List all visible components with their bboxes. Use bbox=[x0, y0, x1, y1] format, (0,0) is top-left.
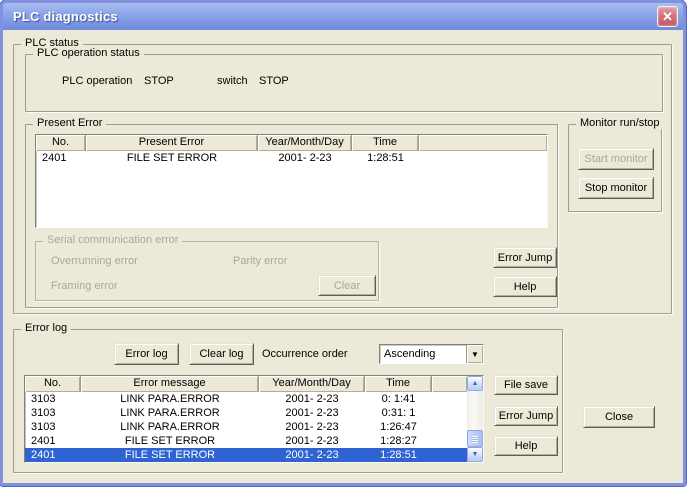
close-button[interactable]: Close bbox=[583, 406, 655, 428]
occurrence-order-label: Occurrence order bbox=[262, 348, 348, 360]
start-monitor-button: Start monitor bbox=[578, 148, 654, 170]
parity-error-label: Parity error bbox=[233, 255, 287, 267]
plc-diagnostics-dialog: PLC diagnostics ✕ PLC status PLC operati… bbox=[0, 0, 686, 486]
help-button[interactable]: Help bbox=[493, 276, 557, 297]
cell-time: 1:28:51 bbox=[352, 151, 419, 166]
chevron-down-icon[interactable]: ▼ bbox=[466, 345, 483, 363]
cell-no: 3103 bbox=[25, 392, 81, 406]
present-error-table-header: No. Present Error Year/Month/Day Time bbox=[36, 135, 547, 151]
cell-date: 2001- 2-23 bbox=[259, 434, 365, 448]
scroll-down-icon[interactable]: ▼ bbox=[467, 447, 483, 462]
plc-status-group: PLC status PLC operation status PLC oper… bbox=[13, 44, 672, 314]
cell-date: 2001- 2-23 bbox=[259, 406, 365, 420]
cell-date: 2001- 2-23 bbox=[258, 151, 352, 166]
cell-blank bbox=[419, 151, 547, 166]
error-log-group: Error log Error log Clear log Occurrence… bbox=[13, 329, 563, 473]
cell-no: 2401 bbox=[25, 434, 81, 448]
cell-error: FILE SET ERROR bbox=[86, 151, 258, 166]
table-row[interactable]: 3103 LINK PARA.ERROR 2001- 2-23 0:31: 1 bbox=[25, 406, 467, 420]
error-jump-button[interactable]: Error Jump bbox=[494, 406, 558, 426]
column-header-blank[interactable] bbox=[419, 135, 547, 151]
clear-log-button[interactable]: Clear log bbox=[189, 343, 254, 365]
cell-no: 2401 bbox=[25, 448, 81, 462]
cell-time: 0:31: 1 bbox=[365, 406, 432, 420]
title-bar[interactable]: PLC diagnostics ✕ bbox=[3, 3, 683, 30]
overrunning-error-label: Overrunning error bbox=[51, 255, 138, 267]
error-log-table-header: No. Error message Year/Month/Day Time bbox=[25, 376, 467, 392]
present-error-group: Present Error No. Present Error Year/Mon… bbox=[25, 124, 558, 308]
file-save-button[interactable]: File save bbox=[494, 375, 558, 395]
cell-date: 2001- 2-23 bbox=[259, 392, 365, 406]
table-row[interactable]: 2401 FILE SET ERROR 2001- 2-23 1:28:51 bbox=[36, 151, 547, 166]
monitor-run-stop-group: Monitor run/stop Start monitor Stop moni… bbox=[568, 124, 662, 212]
framing-error-label: Framing error bbox=[51, 280, 118, 292]
error-log-button[interactable]: Error log bbox=[114, 343, 179, 365]
occurrence-order-value: Ascending bbox=[380, 346, 466, 362]
dialog-content: PLC status PLC operation status PLC oper… bbox=[3, 30, 683, 483]
window-title: PLC diagnostics bbox=[3, 9, 118, 24]
cell-no: 2401 bbox=[36, 151, 86, 166]
error-log-table: No. Error message Year/Month/Day Time 31… bbox=[24, 375, 484, 463]
cell-time: 1:28:51 bbox=[365, 448, 432, 462]
cell-message: LINK PARA.ERROR bbox=[81, 406, 259, 420]
cell-no: 3103 bbox=[25, 406, 81, 420]
cell-blank bbox=[432, 420, 467, 434]
plc-operation-status-label: PLC operation status bbox=[33, 47, 144, 59]
cell-date: 2001- 2-23 bbox=[259, 448, 365, 462]
serial-communication-error-group: Serial communication error Overrunning e… bbox=[35, 241, 379, 301]
occurrence-order-select[interactable]: Ascending ▼ bbox=[379, 344, 484, 364]
error-jump-button[interactable]: Error Jump bbox=[493, 247, 557, 268]
plc-operation-value: STOP bbox=[144, 75, 174, 87]
switch-label: switch bbox=[217, 75, 248, 87]
column-header-no[interactable]: No. bbox=[36, 135, 86, 151]
cell-message: LINK PARA.ERROR bbox=[81, 392, 259, 406]
serial-communication-error-label: Serial communication error bbox=[43, 234, 182, 246]
cell-no: 3103 bbox=[25, 420, 81, 434]
cell-message: FILE SET ERROR bbox=[81, 448, 259, 462]
column-header-blank[interactable] bbox=[432, 376, 467, 392]
column-header-date[interactable]: Year/Month/Day bbox=[259, 376, 365, 392]
present-error-label: Present Error bbox=[33, 117, 106, 129]
table-row[interactable]: 3103 LINK PARA.ERROR 2001- 2-23 1:26:47 bbox=[25, 420, 467, 434]
clear-button: Clear bbox=[318, 275, 376, 296]
cell-message: LINK PARA.ERROR bbox=[81, 420, 259, 434]
monitor-run-stop-label: Monitor run/stop bbox=[576, 117, 663, 129]
column-header-present-error[interactable]: Present Error bbox=[86, 135, 258, 151]
plc-operation-status-group: PLC operation status PLC operation STOP … bbox=[25, 54, 663, 112]
help-button[interactable]: Help bbox=[494, 436, 558, 456]
column-header-time[interactable]: Time bbox=[352, 135, 419, 151]
column-header-error-message[interactable]: Error message bbox=[81, 376, 259, 392]
table-row[interactable]: 2401 FILE SET ERROR 2001- 2-23 1:28:27 bbox=[25, 434, 467, 448]
cell-blank bbox=[432, 448, 467, 462]
cell-blank bbox=[432, 392, 467, 406]
cell-message: FILE SET ERROR bbox=[81, 434, 259, 448]
plc-operation-label: PLC operation bbox=[62, 75, 132, 87]
stop-monitor-button[interactable]: Stop monitor bbox=[578, 177, 654, 199]
vertical-scrollbar[interactable]: ▲ ▼ bbox=[467, 376, 483, 462]
close-icon[interactable]: ✕ bbox=[657, 6, 678, 27]
cell-time: 1:28:27 bbox=[365, 434, 432, 448]
scroll-up-icon[interactable]: ▲ bbox=[467, 376, 483, 391]
column-header-time[interactable]: Time bbox=[365, 376, 432, 392]
error-log-label: Error log bbox=[21, 322, 71, 334]
cell-date: 2001- 2-23 bbox=[259, 420, 365, 434]
column-header-no[interactable]: No. bbox=[25, 376, 81, 392]
present-error-table: No. Present Error Year/Month/Day Time 24… bbox=[35, 134, 548, 228]
table-row[interactable]: 3103 LINK PARA.ERROR 2001- 2-23 0: 1:41 bbox=[25, 392, 467, 406]
cell-blank bbox=[432, 406, 467, 420]
switch-value: STOP bbox=[259, 75, 289, 87]
cell-time: 0: 1:41 bbox=[365, 392, 432, 406]
column-header-date[interactable]: Year/Month/Day bbox=[258, 135, 352, 151]
cell-blank bbox=[432, 434, 467, 448]
table-row-selected[interactable]: 2401 FILE SET ERROR 2001- 2-23 1:28:51 bbox=[25, 448, 467, 462]
scrollbar-thumb[interactable] bbox=[467, 430, 483, 447]
cell-time: 1:26:47 bbox=[365, 420, 432, 434]
